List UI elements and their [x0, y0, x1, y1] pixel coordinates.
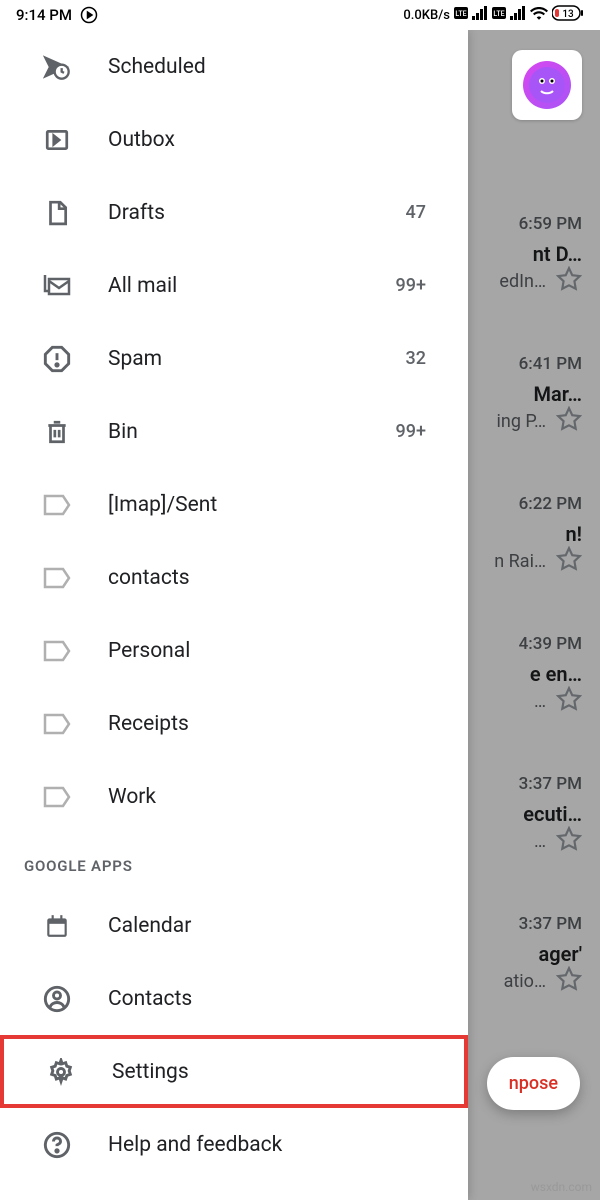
- volte-icon-2: LTE: [492, 7, 506, 23]
- drawer-label: Personal: [108, 639, 446, 663]
- help-icon: [42, 1130, 72, 1160]
- drawer-label: Help and feedback: [108, 1133, 446, 1157]
- label-icon: [42, 709, 72, 739]
- drawer-label: [Imap]/Sent: [108, 493, 446, 517]
- drawer-label: Spam: [108, 347, 406, 371]
- drawer-item-imapsent[interactable]: [Imap]/Sent: [0, 468, 468, 541]
- scheduled-icon: [42, 52, 72, 82]
- outbox-icon: [42, 125, 72, 155]
- account-avatar-card[interactable]: [512, 50, 582, 120]
- drawer-label: Outbox: [108, 128, 446, 152]
- calendar-icon: [42, 911, 72, 941]
- drawer-item-drafts[interactable]: Drafts 47: [0, 176, 468, 249]
- drawer-count: 99+: [396, 421, 446, 442]
- drawer-section-header: GOOGLE APPS: [0, 833, 468, 889]
- status-speed: 0.0KB/s: [403, 8, 450, 23]
- navigation-drawer: Scheduled Outbox Drafts 47 All mail 99+ …: [0, 30, 468, 1200]
- drawer-label: Receipts: [108, 712, 446, 736]
- drawer-item-calendar[interactable]: Calendar: [0, 889, 468, 962]
- drawer-count: 47: [406, 202, 446, 223]
- signal-icon-1: [472, 6, 488, 24]
- gear-icon: [46, 1057, 76, 1087]
- drawer-item-help[interactable]: Help and feedback: [0, 1108, 468, 1181]
- spam-icon: [42, 344, 72, 374]
- compose-label: npose: [509, 1073, 558, 1094]
- drawer-item-allmail[interactable]: All mail 99+: [0, 249, 468, 322]
- music-icon: [80, 6, 98, 24]
- status-bar: 9:14 PM 0.0KB/s LTE LTE 13: [0, 0, 600, 30]
- allmail-icon: [42, 271, 72, 301]
- drawer-count: 32: [406, 348, 446, 369]
- drawer-item-personal[interactable]: Personal: [0, 614, 468, 687]
- label-icon: [42, 563, 72, 593]
- label-icon: [42, 490, 72, 520]
- drawer-label: Contacts: [108, 987, 446, 1011]
- drawer-item-contacts-app[interactable]: Contacts: [0, 962, 468, 1035]
- avatar-icon: [523, 61, 571, 109]
- volte-icon-1: LTE: [454, 7, 468, 23]
- wifi-icon: [530, 6, 548, 24]
- label-icon: [42, 782, 72, 812]
- label-icon: [42, 636, 72, 666]
- drawer-label: contacts: [108, 566, 446, 590]
- svg-text:13: 13: [562, 9, 574, 20]
- drawer-label: Settings: [112, 1060, 442, 1084]
- drawer-label: Bin: [108, 420, 396, 444]
- drawer-label: All mail: [108, 274, 396, 298]
- status-time: 9:14 PM: [16, 6, 72, 24]
- drafts-icon: [42, 198, 72, 228]
- bin-icon: [42, 417, 72, 447]
- drawer-label: Calendar: [108, 914, 446, 938]
- drawer-item-receipts[interactable]: Receipts: [0, 687, 468, 760]
- battery-icon: 13: [552, 5, 584, 25]
- contacts-icon: [42, 984, 72, 1014]
- drawer-label: Scheduled: [108, 55, 446, 79]
- drawer-item-spam[interactable]: Spam 32: [0, 322, 468, 395]
- drawer-count: 99+: [396, 275, 446, 296]
- watermark: wsxdn.com: [531, 1180, 592, 1194]
- svg-text:LTE: LTE: [455, 10, 466, 18]
- drawer-item-settings[interactable]: Settings: [0, 1035, 468, 1108]
- drawer-label: Work: [108, 785, 446, 809]
- drawer-label: Drafts: [108, 201, 406, 225]
- compose-button[interactable]: npose: [487, 1057, 580, 1110]
- drawer-item-scheduled[interactable]: Scheduled: [0, 30, 468, 103]
- drawer-item-bin[interactable]: Bin 99+: [0, 395, 468, 468]
- svg-text:LTE: LTE: [493, 10, 504, 18]
- drawer-item-contacts-label[interactable]: contacts: [0, 541, 468, 614]
- drawer-item-outbox[interactable]: Outbox: [0, 103, 468, 176]
- signal-icon-2: [510, 6, 526, 24]
- drawer-item-work[interactable]: Work: [0, 760, 468, 833]
